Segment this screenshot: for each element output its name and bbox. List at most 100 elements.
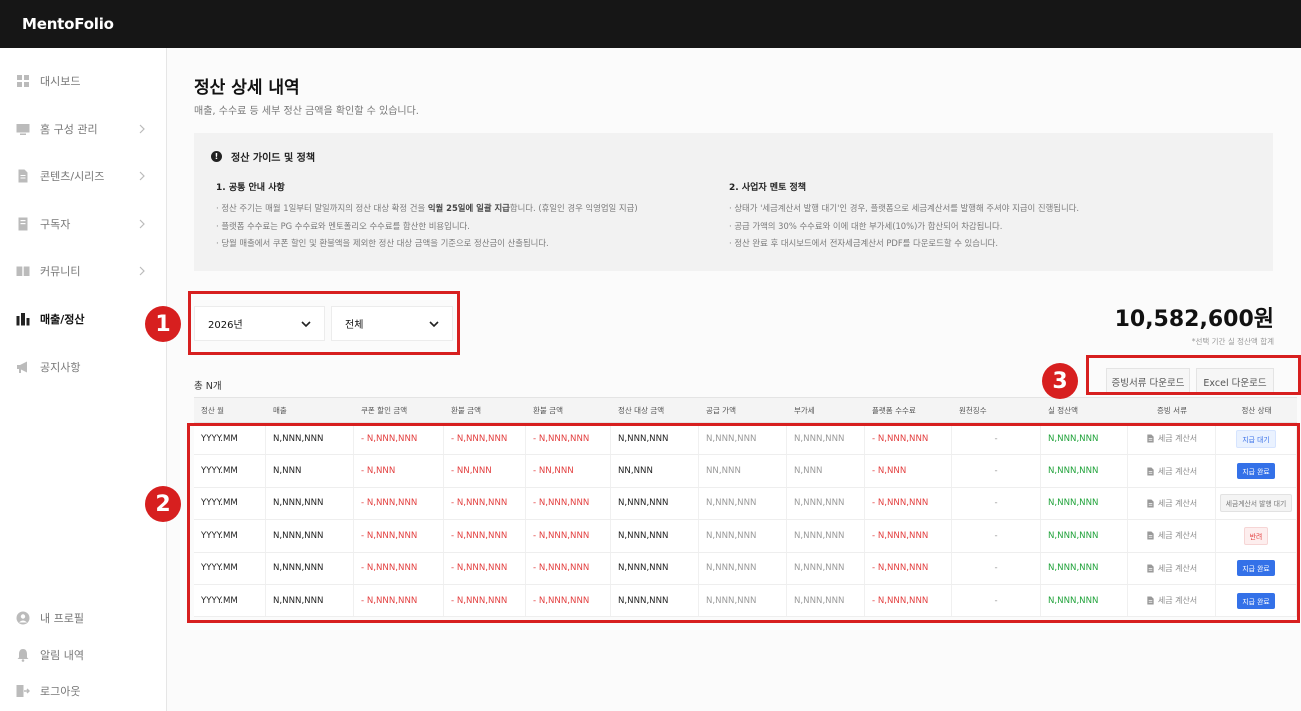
cell-coupon-discount: - N,NNN,NNN [354, 520, 444, 552]
sidebar-item-profile[interactable]: 내 프로필 [0, 603, 166, 633]
sidebar-item-notifications[interactable]: 알림 내역 [0, 640, 166, 670]
result-count: 총 N개 [194, 381, 222, 392]
cell-status: 지급 대기 [1216, 423, 1297, 455]
status-badge: 지급 대기 [1236, 429, 1276, 448]
main-content: 정산 상세 내역 매출, 수수료 등 세부 정산 금액을 확인할 수 있습니다.… [145, 48, 1301, 711]
bar-chart-icon [16, 312, 30, 326]
column-header: 플랫폼 수수료 [872, 405, 916, 415]
cell-coupon-discount: - N,NNN,NNN [354, 487, 444, 520]
download-documents-button[interactable]: 증빙서류 다운로드 [1106, 368, 1190, 395]
document-icon [1147, 499, 1154, 508]
page-title: 정산 상세 내역 [194, 78, 300, 98]
cell-withholding: - [952, 552, 1041, 584]
document-icon [1147, 596, 1154, 605]
cell-refund: - N,NNN,NNN [526, 487, 611, 520]
cell-document: 세금 계산서 [1128, 584, 1216, 617]
cell-vat: N,NNN [787, 455, 865, 487]
annotation-marker-1: 1 [145, 306, 181, 342]
column-header: 증빙 서류 [1157, 405, 1187, 415]
settlement-table: 정산 월 매출 쿠폰 할인 금액 환불 금액 환불 금액 정산 대상 금액 공급… [194, 397, 1297, 618]
status-badge: 세금계산서 발행 대기 [1219, 494, 1293, 513]
logout-icon [16, 684, 30, 698]
cell-supply-value: NN,NNN [699, 455, 787, 487]
sidebar-item-content[interactable]: 콘텐츠/시리즈 [0, 161, 166, 191]
cell-platform-fee: - N,NNN,NNN [865, 584, 952, 617]
monitor-icon [16, 122, 30, 136]
cell-target-amount: N,NNN,NNN [611, 584, 699, 617]
cell-refund: - NN,NNN [444, 455, 526, 487]
cell-vat: N,NNN,NNN [787, 520, 865, 552]
sidebar-item-subscribers[interactable]: 구독자 [0, 209, 166, 239]
column-header: 실 정산액 [1048, 405, 1078, 415]
tax-invoice-link[interactable]: 세금 계산서 [1146, 563, 1197, 574]
tax-invoice-link[interactable]: 세금 계산서 [1146, 466, 1197, 477]
status-badge: 지급 완료 [1237, 463, 1275, 480]
cell-coupon-discount: - N,NNN,NNN [354, 584, 444, 617]
cell-net-settlement: N,NNN,NNN [1041, 584, 1128, 617]
sidebar-item-dashboard[interactable]: 대시보드 [0, 66, 166, 96]
cell-sales: N,NNN [266, 455, 354, 487]
cell-platform-fee: - N,NNN [865, 455, 952, 487]
cell-status: 지급 완료 [1216, 455, 1297, 487]
sidebar-item-community[interactable]: 커뮤니티 [0, 256, 166, 286]
cell-document: 세금 계산서 [1128, 520, 1216, 552]
tax-invoice-link[interactable]: 세금 계산서 [1146, 595, 1197, 606]
column-header: 부가세 [794, 405, 815, 415]
cell-refund: - N,NNN,NNN [444, 423, 526, 455]
tax-invoice-link[interactable]: 세금 계산서 [1146, 498, 1197, 509]
cell-status: 지급 완료 [1216, 552, 1297, 584]
cell-refund: - N,NNN,NNN [444, 552, 526, 584]
cell-target-amount: N,NNN,NNN [611, 487, 699, 520]
type-select[interactable]: 전체 [331, 306, 453, 341]
cell-sales: N,NNN,NNN [266, 584, 354, 617]
tax-invoice-label: 세금 계산서 [1157, 498, 1198, 508]
tax-invoice-label: 세금 계산서 [1157, 563, 1198, 573]
cell-refund: - N,NNN,NNN [526, 423, 611, 455]
tax-invoice-link[interactable]: 세금 계산서 [1146, 530, 1197, 541]
chevron-right-icon [139, 124, 145, 134]
cell-month: YYYY.MM [194, 487, 266, 520]
cell-status: 세금계산서 발행 대기 [1216, 487, 1297, 520]
cell-month: YYYY.MM [194, 423, 266, 455]
cell-refund: - N,NNN,NNN [526, 584, 611, 617]
user-icon [16, 611, 30, 625]
brand-logo[interactable]: MentoFolio [22, 15, 114, 33]
sidebar-item-home-config[interactable]: 홈 구성 관리 [0, 114, 166, 144]
cell-platform-fee: - N,NNN,NNN [865, 487, 952, 520]
cell-supply-value: N,NNN,NNN [699, 584, 787, 617]
guide-business-title: 2. 사업자 멘토 정책 [729, 183, 807, 193]
book-icon [16, 264, 30, 278]
sidebar-item-label: 커뮤니티 [40, 265, 81, 278]
total-settlement-caption: *선택 기간 실 정산액 합계 [1191, 337, 1274, 346]
payment-date-highlight: 익월 25일에 일괄 지급 [427, 203, 510, 213]
sidebar-item-notice[interactable]: 공지사항 [0, 352, 166, 382]
column-header: 매출 [273, 405, 287, 415]
sidebar-item-label: 콘텐츠/시리즈 [40, 170, 105, 183]
cell-target-amount: N,NNN,NNN [611, 552, 699, 584]
cell-net-settlement: N,NNN,NNN [1041, 455, 1128, 487]
year-select[interactable]: 2026년 [194, 306, 325, 341]
excel-download-button[interactable]: Excel 다운로드 [1196, 368, 1274, 395]
guide-common-line: · 정산 주기는 매월 1일부터 말일까지의 정산 대상 확정 건을 익월 25… [216, 203, 638, 213]
annotation-marker-3: 3 [1042, 363, 1078, 399]
cell-document: 세금 계산서 [1128, 423, 1216, 455]
cell-refund: - N,NNN,NNN [444, 584, 526, 617]
cell-net-settlement: N,NNN,NNN [1041, 487, 1128, 520]
cell-month: YYYY.MM [194, 584, 266, 617]
document-icon [1147, 467, 1154, 476]
cell-vat: N,NNN,NNN [787, 552, 865, 584]
sidebar-item-label: 매출/정산 [40, 313, 85, 326]
document-icon [1147, 434, 1154, 443]
sidebar-item-logout[interactable]: 로그아웃 [0, 676, 166, 706]
cell-net-settlement: N,NNN,NNN [1041, 552, 1128, 584]
bell-icon [16, 648, 30, 662]
cell-sales: N,NNN,NNN [266, 487, 354, 520]
sidebar-item-sales-settlement[interactable]: 매출/정산 [0, 304, 166, 334]
cell-document: 세금 계산서 [1128, 487, 1216, 520]
tax-invoice-link[interactable]: 세금 계산서 [1146, 433, 1197, 444]
guide-header: ! 정산 가이드 및 정책 [211, 149, 315, 164]
cell-withholding: - [952, 423, 1041, 455]
cell-target-amount: NN,NNN [611, 455, 699, 487]
table-row: YYYY.MM N,NNN - N,NNN - NN,NNN - NN,NNN NN,NN… [194, 455, 1297, 488]
guide-common-title: 1. 공통 안내 사항 [216, 183, 285, 193]
